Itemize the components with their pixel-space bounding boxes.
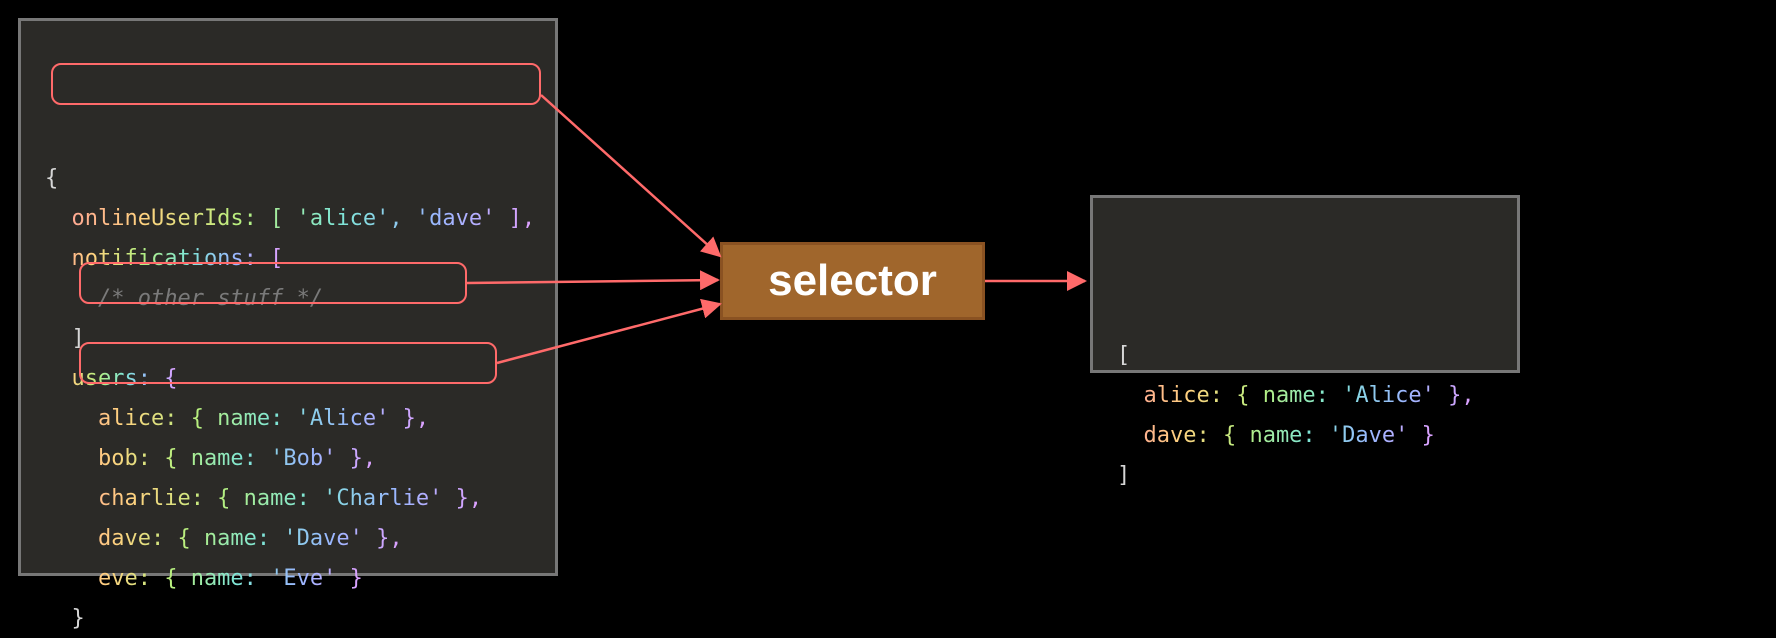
arrow-onlineuserids-to-selector [541, 95, 720, 256]
code-line: eve: { name: 'Eve' } [45, 566, 363, 591]
code-line: users: { [45, 366, 177, 391]
code-line: alice: { name: 'Alice' }, [45, 406, 429, 431]
code-line: [ [1117, 343, 1130, 368]
code-line: dave: { name: 'Dave' } [1117, 423, 1435, 448]
output-panel: [ alice: { name: 'Alice' }, dave: { name… [1090, 195, 1520, 373]
code-line: ] [45, 326, 85, 351]
code-comment: /* other stuff */ [45, 286, 323, 311]
selector-label: selector [768, 256, 937, 306]
diagram-stage: { onlineUserIds: [ 'alice', 'dave' ], no… [0, 0, 1776, 638]
code-line: alice: { name: 'Alice' }, [1117, 383, 1475, 408]
code-line: } [45, 606, 85, 631]
source-state-panel: { onlineUserIds: [ 'alice', 'dave' ], no… [18, 18, 558, 576]
code-line: dave: { name: 'Dave' }, [45, 526, 403, 551]
code-line: onlineUserIds: [ 'alice', 'dave' ], [45, 206, 535, 231]
code-line: charlie: { name: 'Charlie' }, [45, 486, 482, 511]
code-line: bob: { name: 'Bob' }, [45, 446, 376, 471]
code-line: ] [1117, 463, 1130, 488]
code-line: notifications: [ [45, 246, 283, 271]
selector-node: selector [720, 242, 985, 320]
code-line: { [45, 166, 58, 191]
